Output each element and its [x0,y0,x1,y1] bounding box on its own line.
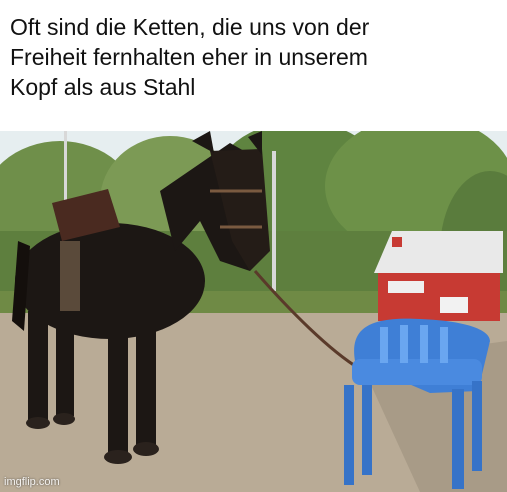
caption-line-3: Kopf als aus Stahl [10,74,196,100]
meme-caption: Oft sind die Ketten, die uns von der Fre… [10,12,500,102]
imgflip-watermark: imgflip.com [4,476,60,488]
caption-line-1: Oft sind die Ketten, die uns von der [10,14,370,40]
photo-illustration [0,131,507,492]
lamp-post [272,151,276,311]
kiosk [374,231,503,321]
caption-line-2: Freiheit fernhalten eher in unserem [10,44,368,70]
meme-photo: imgflip.com [0,131,507,492]
